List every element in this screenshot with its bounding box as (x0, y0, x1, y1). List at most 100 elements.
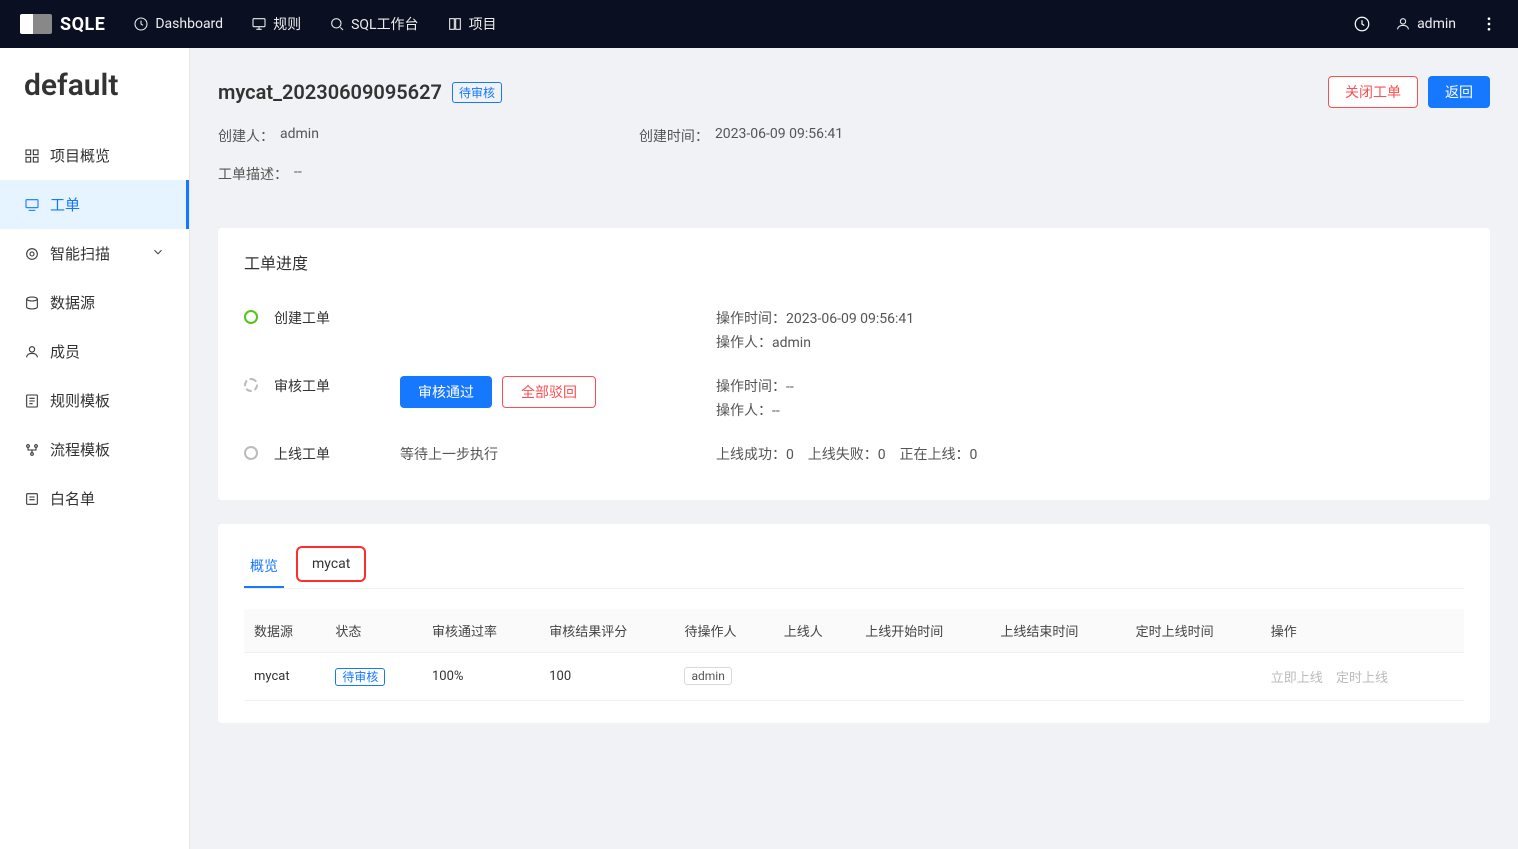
op-schedule[interactable]: 定时上线 (1336, 671, 1388, 686)
step-audit: 审核工单 审核通过 全部驳回 操作时间：-- 操作人：-- (244, 366, 1464, 434)
cell-score: 100 (539, 653, 674, 701)
step2-mid: 审核通过 全部驳回 (400, 376, 700, 408)
cell-start (855, 653, 990, 701)
sidebar-item-members[interactable]: 成员 (0, 327, 189, 376)
sidebar-whitelist-label: 白名单 (50, 488, 95, 509)
back-button[interactable]: 返回 (1428, 76, 1490, 108)
step2-operator-label: 操作人： (716, 403, 772, 419)
step3-waiting: 等待上一步执行 (400, 444, 498, 464)
th-ops: 操作 (1261, 609, 1464, 653)
step3-success-label: 上线成功： (716, 447, 786, 463)
step3-success: 0 (786, 447, 794, 463)
nav-rules[interactable]: 规则 (251, 14, 301, 34)
desc-value: -- (294, 164, 302, 184)
created-at-label: 创建时间： (639, 126, 709, 146)
whitelist-icon (24, 491, 40, 507)
step1-operator: admin (772, 335, 811, 351)
scan-icon (24, 246, 40, 262)
user-menu[interactable]: admin (1395, 16, 1456, 32)
sidebar-item-overview[interactable]: 项目概览 (0, 131, 189, 180)
step-online: 上线工单 等待上一步执行 上线成功：0 上线失败：0 正在上线：0 (244, 434, 1464, 478)
top-nav: SQLE Dashboard 规则 SQL工作台 项目 admin (0, 0, 1518, 48)
cell-end (990, 653, 1125, 701)
step-clock-icon (244, 378, 258, 392)
nav-dashboard[interactable]: Dashboard (133, 16, 223, 32)
header-row: mycat_20230609095627 待审核 关闭工单 返回 (218, 76, 1490, 108)
cell-status: 待审核 (325, 653, 422, 701)
search-icon (329, 16, 345, 32)
creator-label: 创建人： (218, 126, 274, 146)
sidebar-members-label: 成员 (50, 341, 80, 362)
step2-optime-label: 操作时间： (716, 379, 786, 395)
sidebar-item-orders[interactable]: 工单 (0, 180, 189, 229)
user-name: admin (1417, 16, 1456, 32)
sidebar-item-datasource[interactable]: 数据源 (0, 278, 189, 327)
progress-card: 工单进度 创建工单 操作时间：2023-06-09 09:56:41 操作人：a… (218, 228, 1490, 500)
brand-logo-icon (20, 14, 52, 34)
tab-overview[interactable]: 概览 (244, 546, 284, 588)
th-status: 状态 (325, 609, 422, 653)
op-immediate[interactable]: 立即上线 (1271, 671, 1323, 686)
step1-label: 创建工单 (274, 308, 384, 328)
nav-dashboard-label: Dashboard (155, 16, 223, 32)
dashboard-icon (133, 16, 149, 32)
step3-right: 上线成功：0 上线失败：0 正在上线：0 (716, 444, 1464, 468)
sidebar-workflow-label: 流程模板 (50, 439, 110, 460)
step2-label: 审核工单 (274, 376, 384, 396)
status-badge: 待审核 (452, 82, 502, 103)
step1-optime: 2023-06-09 09:56:41 (786, 311, 914, 327)
th-end: 上线结束时间 (990, 609, 1125, 653)
step3-mid: 等待上一步执行 (400, 444, 700, 464)
cell-ops: 立即上线 定时上线 (1261, 653, 1464, 701)
nav-sql-workspace[interactable]: SQL工作台 (329, 14, 418, 34)
detail-card: 概览 mycat 数据源 状态 审核通过率 审核结果评分 待操作人 上线人 上线… (218, 524, 1490, 723)
chevron-down-icon (151, 245, 165, 263)
more-icon[interactable] (1480, 15, 1498, 33)
th-start: 上线开始时间 (855, 609, 990, 653)
step2-optime: -- (786, 379, 794, 395)
main-content: mycat_20230609095627 待审核 关闭工单 返回 创建人： ad… (190, 48, 1518, 849)
status-tag: 待审核 (335, 668, 385, 686)
nav-projects-label: 项目 (469, 14, 497, 34)
sidebar-rule-label: 规则模板 (50, 390, 110, 411)
sidebar-orders-label: 工单 (50, 194, 80, 215)
user-icon (1395, 16, 1411, 32)
nav-projects[interactable]: 项目 (447, 14, 497, 34)
tab-mycat[interactable]: mycat (296, 546, 366, 582)
sidebar-item-whitelist[interactable]: 白名单 (0, 474, 189, 523)
step3-label: 上线工单 (274, 444, 384, 464)
approve-button[interactable]: 审核通过 (400, 376, 492, 408)
progress-title: 工单进度 (244, 250, 1464, 274)
close-order-button[interactable]: 关闭工单 (1328, 76, 1418, 108)
sidebar-scan-label: 智能扫描 (50, 243, 110, 264)
history-icon[interactable] (1353, 15, 1371, 33)
th-score: 审核结果评分 (539, 609, 674, 653)
database-icon (24, 295, 40, 311)
title-wrap: mycat_20230609095627 待审核 (218, 80, 502, 104)
top-nav-right: admin (1353, 15, 1498, 33)
desc-label: 工单描述： (218, 164, 288, 184)
th-pass-rate: 审核通过率 (422, 609, 539, 653)
step3-running-label: 正在上线： (900, 447, 970, 463)
creator-field: 创建人： admin (218, 126, 319, 146)
page-header: mycat_20230609095627 待审核 关闭工单 返回 创建人： ad… (218, 72, 1490, 204)
header-meta: 创建人： admin 创建时间： 2023-06-09 09:56:41 (218, 126, 1490, 146)
project-icon (447, 16, 463, 32)
project-name: default (0, 48, 189, 131)
cell-scheduled (1126, 653, 1261, 701)
sidebar-item-workflow-templates[interactable]: 流程模板 (0, 425, 189, 474)
members-icon (24, 344, 40, 360)
step-done-icon (244, 310, 258, 324)
th-datasource: 数据源 (244, 609, 325, 653)
monitor-icon (251, 16, 267, 32)
sidebar-item-scan[interactable]: 智能扫描 (0, 229, 189, 278)
step1-right: 操作时间：2023-06-09 09:56:41 操作人：admin (716, 308, 1464, 356)
step3-running: 0 (970, 447, 978, 463)
step3-fail: 0 (878, 447, 886, 463)
step1-optime-label: 操作时间： (716, 311, 786, 327)
reject-all-button[interactable]: 全部驳回 (502, 376, 596, 408)
step-create: 创建工单 操作时间：2023-06-09 09:56:41 操作人：admin (244, 298, 1464, 366)
sidebar-item-rule-templates[interactable]: 规则模板 (0, 376, 189, 425)
desc-field: 工单描述： -- (218, 164, 1490, 184)
nav-sql-label: SQL工作台 (351, 14, 418, 34)
